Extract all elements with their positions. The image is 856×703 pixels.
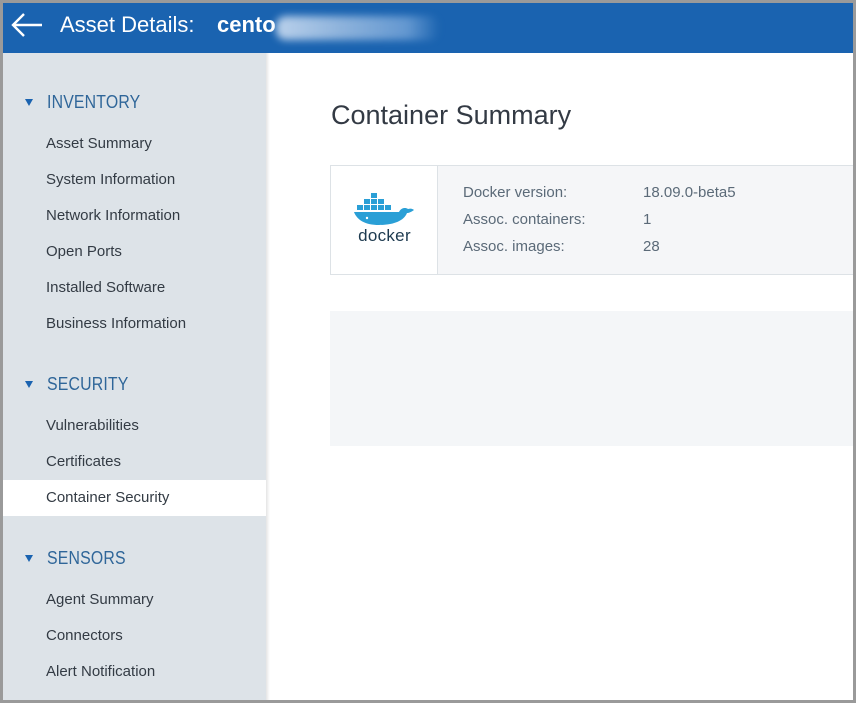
container-summary-card: docker Docker version: 18.09.0-beta5 Ass… bbox=[330, 165, 853, 275]
sidebar-item-network-information[interactable]: Network Information bbox=[3, 198, 266, 234]
page-header-title: Asset Details: bbox=[60, 12, 195, 37]
app-window: Asset Details: cento INVENTORY Asset Sum… bbox=[3, 3, 853, 700]
header-bar: Asset Details: cento bbox=[3, 3, 853, 53]
section-title: SECURITY bbox=[47, 373, 129, 394]
redacted-asset-name bbox=[276, 16, 440, 40]
sidebar-item-asset-summary[interactable]: Asset Summary bbox=[3, 126, 266, 162]
sidebar-item-installed-software[interactable]: Installed Software bbox=[3, 270, 266, 306]
sidebar-item-open-ports[interactable]: Open Ports bbox=[3, 234, 266, 270]
sidebar-item-certificates[interactable]: Certificates bbox=[3, 444, 266, 480]
sidebar-item-container-security[interactable]: Container Security bbox=[3, 480, 266, 516]
section-title: SENSORS bbox=[47, 547, 126, 568]
docker-version-label: Docker version: bbox=[463, 184, 568, 201]
assoc-containers-label: Assoc. containers: bbox=[463, 211, 586, 228]
docker-logo: docker bbox=[331, 166, 438, 274]
asset-name: cento bbox=[217, 12, 276, 37]
sidebar-item-agent-summary[interactable]: Agent Summary bbox=[3, 582, 266, 618]
docker-logo-text: docker bbox=[358, 226, 411, 245]
sidebar-item-system-information[interactable]: System Information bbox=[3, 162, 266, 198]
page-title: Container Summary bbox=[331, 100, 572, 130]
caret-down-icon bbox=[25, 554, 33, 562]
arrow-left-icon bbox=[11, 13, 42, 37]
sidebar-section-sensors[interactable]: SENSORS bbox=[25, 547, 136, 569]
container-details-panel bbox=[330, 311, 853, 446]
sidebar-item-vulnerabilities[interactable]: Vulnerabilities bbox=[3, 408, 266, 444]
sidebar-section-security[interactable]: SECURITY bbox=[25, 373, 140, 395]
assoc-images-label: Assoc. images: bbox=[463, 238, 565, 255]
docker-whale-icon bbox=[354, 193, 414, 225]
assoc-containers-value: 1 bbox=[643, 211, 652, 228]
section-title: INVENTORY bbox=[47, 91, 141, 112]
sidebar-section-inventory[interactable]: INVENTORY bbox=[25, 91, 153, 113]
assoc-images-value: 28 bbox=[643, 238, 660, 255]
caret-down-icon bbox=[25, 380, 33, 388]
sidebar: INVENTORY Asset Summary System Informati… bbox=[3, 53, 266, 700]
back-button[interactable] bbox=[9, 10, 45, 44]
sidebar-divider bbox=[266, 53, 270, 700]
sidebar-item-alert-notification[interactable]: Alert Notification bbox=[3, 654, 266, 690]
sidebar-item-business-information[interactable]: Business Information bbox=[3, 306, 266, 342]
sidebar-item-connectors[interactable]: Connectors bbox=[3, 618, 266, 654]
docker-version-value: 18.09.0-beta5 bbox=[643, 184, 736, 201]
caret-down-icon bbox=[25, 98, 33, 106]
